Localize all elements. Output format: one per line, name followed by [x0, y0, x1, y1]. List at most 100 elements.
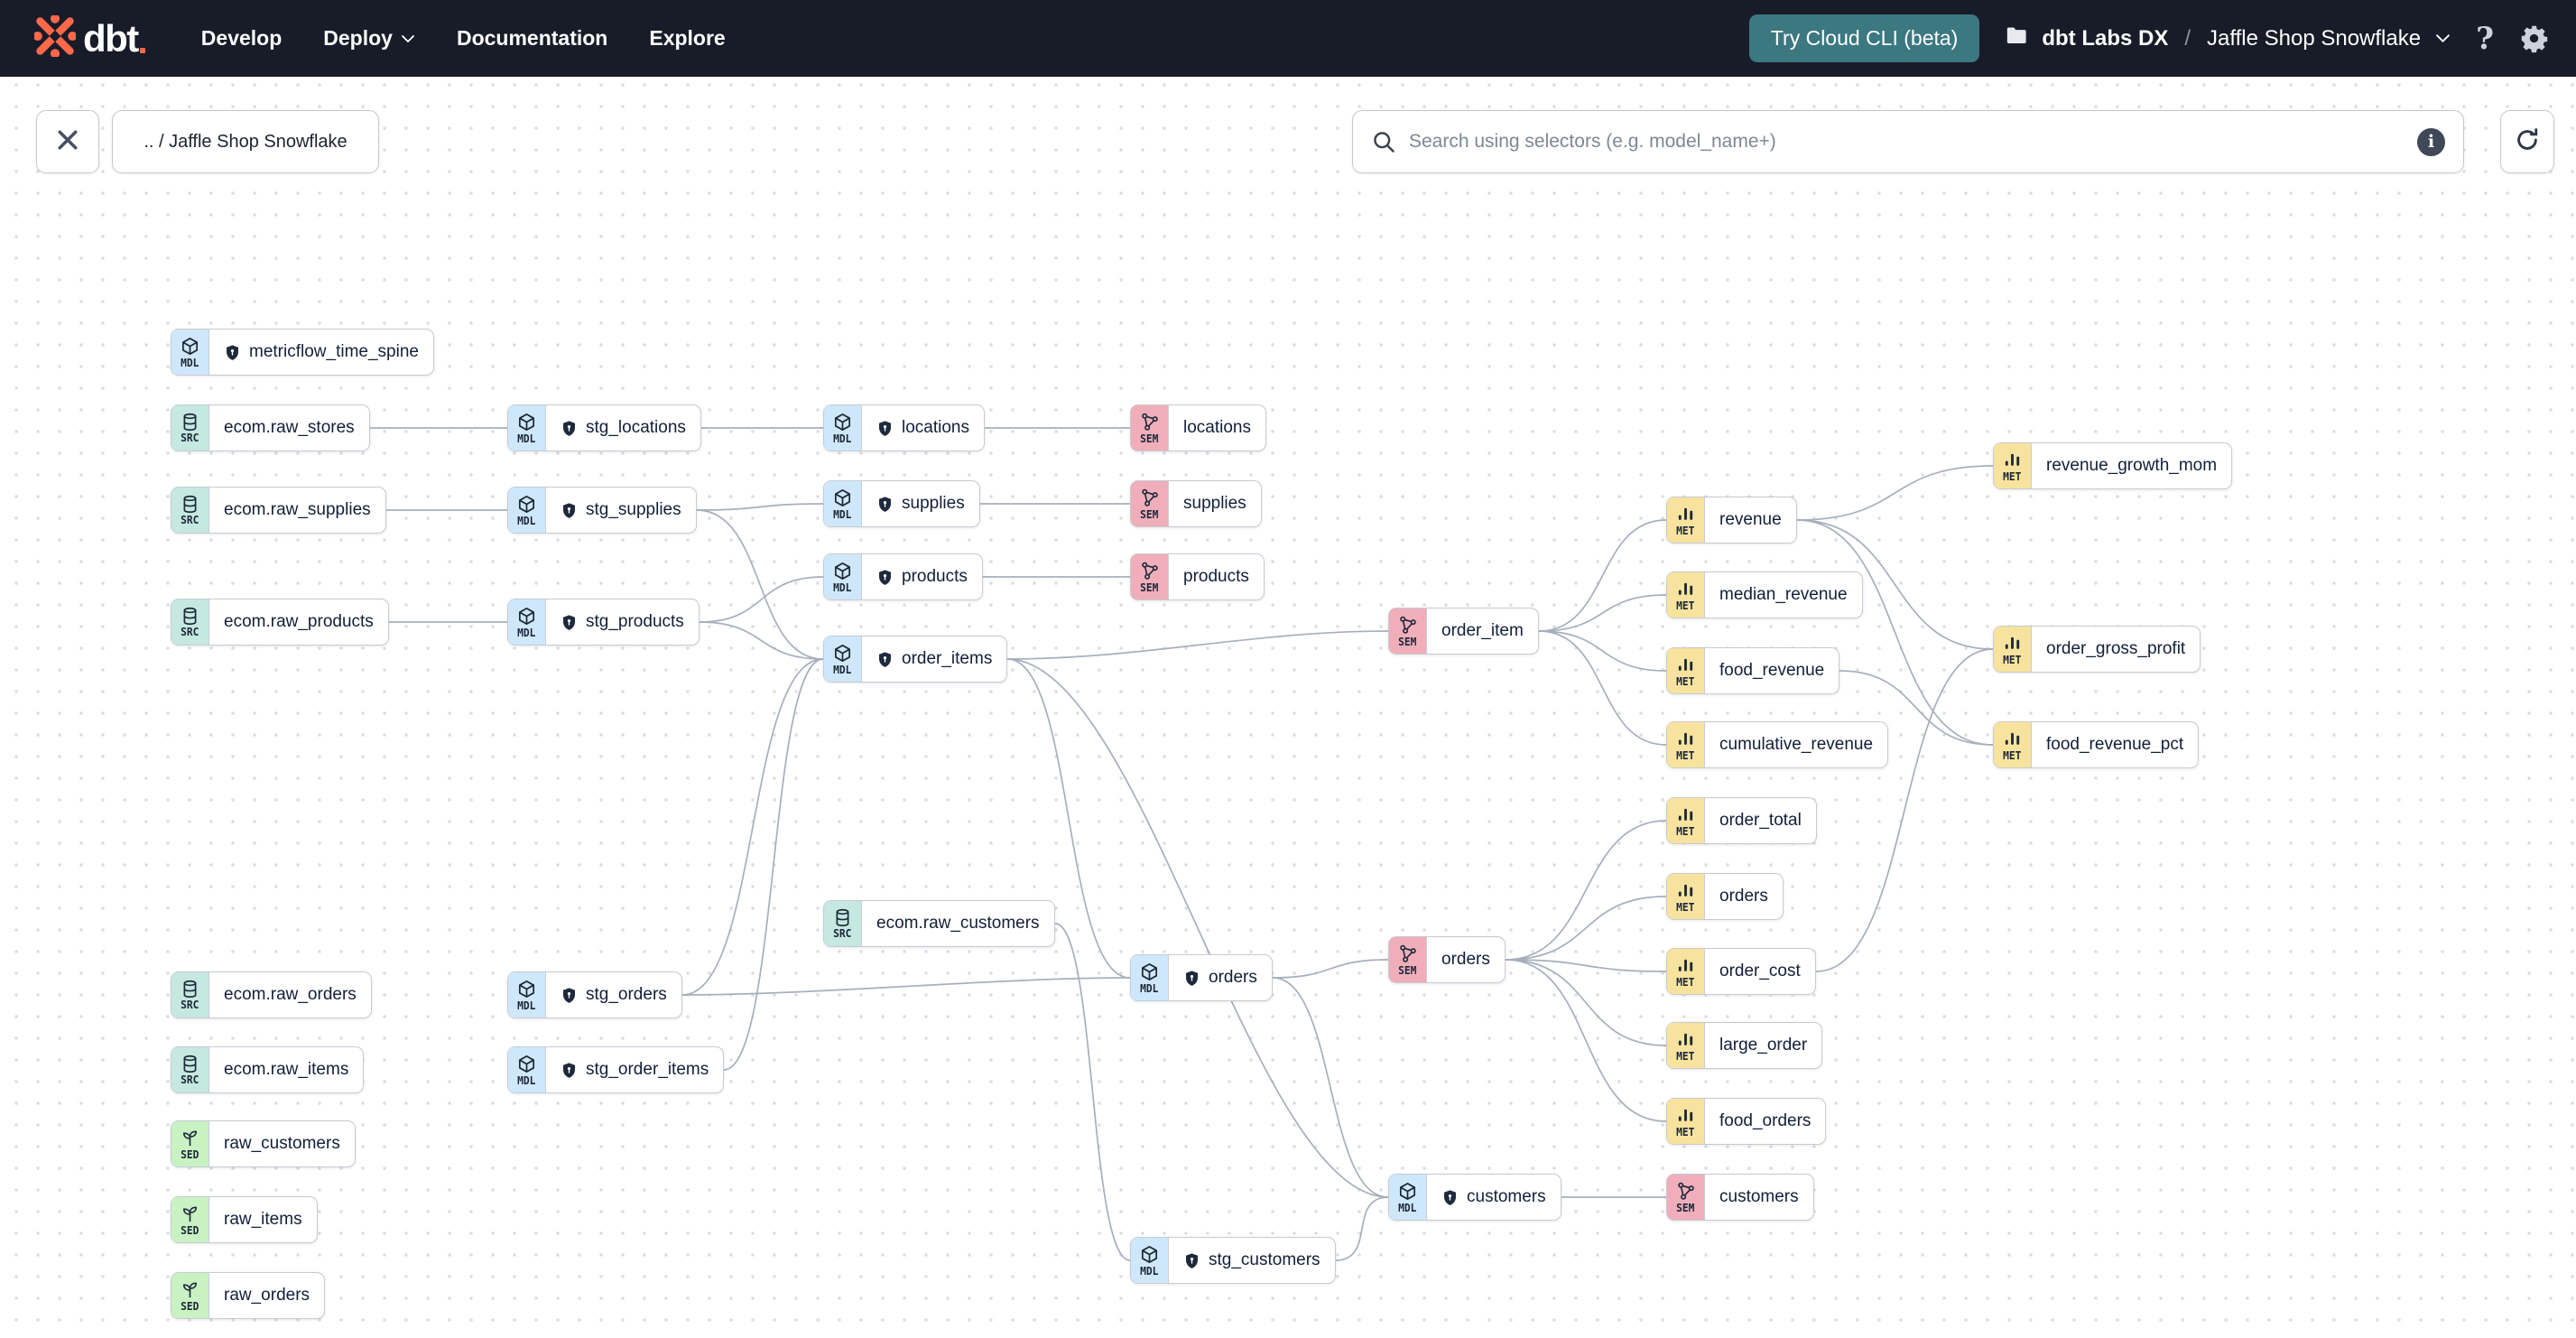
node-label: supplies: [862, 481, 979, 526]
cube-icon: MDL: [508, 405, 546, 451]
lineage-breadcrumb[interactable]: .. / Jaffle Shop Snowflake: [112, 110, 379, 173]
bar-chart-icon: MET: [1667, 1099, 1705, 1144]
graph-node-locations[interactable]: MDL locations: [823, 404, 985, 451]
shield-icon: [561, 614, 578, 631]
lineage-canvas[interactable]: MDL metricflow_time_spine SRC ecom.raw_stor…: [0, 0, 2576, 1338]
graph-node-raw_orders_src[interactable]: SRC ecom.raw_orders: [171, 971, 372, 1018]
graph-node-raw_products[interactable]: SRC ecom.raw_products: [171, 599, 389, 646]
graph-node-stg_products[interactable]: MDL stg_products: [507, 599, 700, 646]
graph-node-order_gross_profit[interactable]: MET order_gross_profit: [1993, 626, 2201, 673]
graph-node-food_revenue[interactable]: MET food_revenue: [1666, 647, 1840, 694]
selector-search-input[interactable]: [1409, 131, 2405, 153]
edge-stg_orders-to-orders_mdl: [681, 977, 1131, 996]
graph-node-sem_locations[interactable]: SEM locations: [1130, 404, 1266, 451]
graph-node-seed_raw_items[interactable]: SED raw_items: [171, 1196, 318, 1243]
edge-order_items-to-customers_mdl: [1006, 658, 1389, 1198]
graph-node-stg_customers[interactable]: MDL stg_customers: [1130, 1237, 1336, 1284]
edge-sem_order_item-to-revenue: [1538, 519, 1667, 632]
project-name[interactable]: Jaffle Shop Snowflake: [2207, 26, 2421, 51]
graph-node-food_revenue_pct[interactable]: MET food_revenue_pct: [1993, 721, 2200, 768]
edge-stg_supplies-to-order_items: [696, 509, 824, 660]
nav-link-develop[interactable]: Develop: [201, 26, 282, 51]
dbt-logo[interactable]: dbt: [32, 14, 145, 61]
graph-node-food_orders[interactable]: MET food_orders: [1666, 1098, 1827, 1145]
node-label: order_total: [1719, 811, 1802, 830]
account-breadcrumb[interactable]: dbt Labs DX / Jaffle Shop Snowflake: [2005, 23, 2451, 54]
graph-node-orders_mdl[interactable]: MDL orders: [1130, 954, 1273, 1001]
graph-node-stg_order_items[interactable]: MDL stg_order_items: [507, 1046, 725, 1093]
node-label: locations: [1183, 418, 1251, 437]
graph-node-sem_products[interactable]: SEM products: [1130, 553, 1265, 600]
close-lineage-button[interactable]: [36, 110, 99, 173]
dbt-brand-dot: [139, 48, 145, 53]
gear-icon[interactable]: [2519, 23, 2549, 53]
edge-sem_order_item-to-cumulative_revenue: [1538, 630, 1667, 746]
node-label: ecom.raw_items: [224, 1060, 349, 1079]
help-icon[interactable]: ?: [2476, 21, 2494, 57]
semantic-graph-icon: SEM: [1389, 937, 1427, 982]
shield-icon: [1183, 1252, 1200, 1269]
node-label: raw_orders: [224, 1286, 310, 1305]
graph-node-sem_supplies[interactable]: SEM supplies: [1130, 480, 1262, 527]
graph-node-order_items[interactable]: MDL order_items: [823, 636, 1008, 683]
node-label: stg_products: [546, 599, 699, 645]
graph-node-revenue[interactable]: MET revenue: [1666, 497, 1797, 544]
graph-node-metricflow_time_spine[interactable]: MDL metricflow_time_spine: [171, 329, 434, 376]
graph-node-raw_stores[interactable]: SRC ecom.raw_stores: [171, 404, 370, 451]
refresh-lineage-button[interactable]: [2500, 110, 2554, 173]
graph-node-stg_locations[interactable]: MDL stg_locations: [507, 404, 701, 451]
database-icon: SRC: [171, 405, 209, 451]
chevron-down-icon[interactable]: [2435, 33, 2451, 43]
graph-node-revenue_growth_mom[interactable]: MET revenue_growth_mom: [1993, 442, 2233, 489]
node-label: raw_items: [224, 1210, 302, 1229]
node-label: food_revenue: [1719, 661, 1825, 680]
cube-icon: MDL: [1389, 1175, 1427, 1220]
account-name[interactable]: dbt Labs DX: [2042, 26, 2168, 51]
graph-node-seed_raw_customers[interactable]: SED raw_customers: [171, 1120, 356, 1167]
shield-icon: [876, 651, 894, 668]
graph-node-stg_supplies[interactable]: MDL stg_supplies: [507, 487, 697, 534]
graph-node-sem_order_item[interactable]: SEM order_item: [1388, 608, 1539, 655]
edge-stg_order_items-to-order_items: [723, 658, 824, 1071]
graph-node-large_order[interactable]: MET large_order: [1666, 1022, 1823, 1069]
graph-node-sem_orders[interactable]: SEM orders: [1388, 936, 1506, 983]
shield-icon: [876, 496, 894, 513]
graph-node-raw_supplies[interactable]: SRC ecom.raw_supplies: [171, 487, 386, 534]
cube-icon: MDL: [824, 405, 862, 451]
bar-chart-icon: MET: [1667, 572, 1705, 618]
graph-node-sem_customers[interactable]: SEM customers: [1666, 1174, 1814, 1221]
graph-node-customers_mdl[interactable]: MDL customers: [1388, 1174, 1561, 1221]
node-label: supplies: [1183, 494, 1246, 513]
node-label: products: [1183, 567, 1249, 586]
node-label: revenue_growth_mom: [2046, 456, 2218, 475]
database-icon: SRC: [171, 972, 209, 1017]
cube-icon: MDL: [824, 636, 862, 682]
node-label: stg_locations: [546, 405, 700, 451]
graph-node-orders_met[interactable]: MET orders: [1666, 873, 1784, 920]
cube-icon: MDL: [508, 488, 546, 533]
nav-link-documentation[interactable]: Documentation: [457, 26, 607, 51]
cube-icon: MDL: [171, 330, 209, 375]
database-icon: SRC: [824, 901, 862, 946]
graph-node-supplies[interactable]: MDL supplies: [823, 480, 980, 527]
try-cloud-cli-button[interactable]: Try Cloud CLI (beta): [1748, 14, 1980, 62]
graph-node-raw_items_src[interactable]: SRC ecom.raw_items: [171, 1046, 365, 1093]
nav-link-deploy[interactable]: Deploy: [323, 26, 415, 51]
graph-node-median_revenue[interactable]: MET median_revenue: [1666, 571, 1863, 618]
edge-sem_orders-to-food_orders: [1505, 959, 1667, 1122]
graph-node-cumulative_revenue[interactable]: MET cumulative_revenue: [1666, 721, 1889, 768]
graph-node-stg_orders[interactable]: MDL stg_orders: [507, 971, 682, 1018]
nav-link-explore[interactable]: Explore: [649, 26, 725, 51]
graph-node-products[interactable]: MDL products: [823, 553, 983, 600]
shield-icon: [1183, 970, 1200, 987]
graph-node-raw_customers_src[interactable]: SRC ecom.raw_customers: [823, 900, 1055, 947]
bar-chart-icon: MET: [1667, 497, 1705, 543]
info-icon[interactable]: i: [2417, 127, 2445, 156]
edge-stg_orders-to-order_items: [681, 658, 824, 996]
graph-node-order_cost[interactable]: MET order_cost: [1666, 948, 1816, 995]
shield-icon: [876, 569, 894, 586]
node-label: stg_orders: [546, 972, 681, 1017]
graph-node-seed_raw_orders[interactable]: SED raw_orders: [171, 1272, 326, 1319]
graph-node-order_total[interactable]: MET order_total: [1666, 797, 1817, 844]
edge-sem_order_item-to-food_revenue: [1538, 630, 1667, 672]
